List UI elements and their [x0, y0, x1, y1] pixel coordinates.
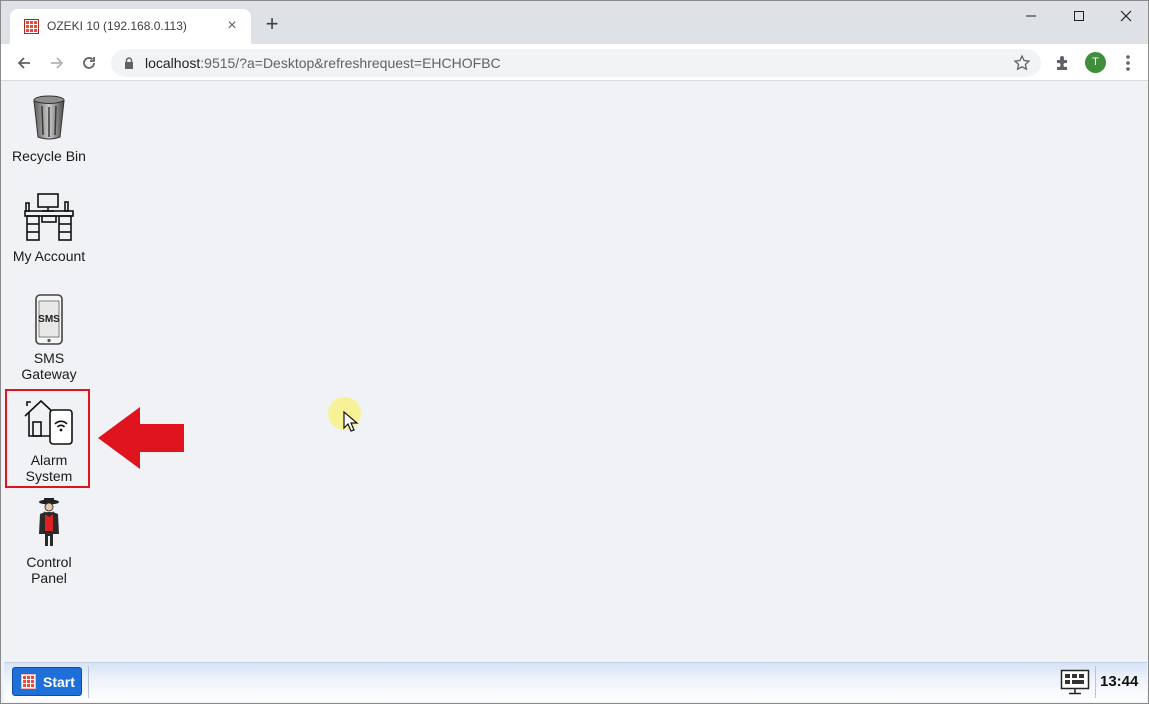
taskbar-divider	[1095, 666, 1096, 698]
forward-button[interactable]	[44, 50, 70, 76]
desktop-icon-control-panel[interactable]: Control Panel	[6, 498, 92, 586]
desktop-icon-label: My Account	[12, 248, 86, 264]
desktop-icon-label: Control Panel	[26, 554, 72, 586]
ozeki-favicon-icon	[24, 19, 39, 34]
more-vertical-icon[interactable]	[1119, 52, 1137, 74]
highlight-box	[5, 389, 90, 488]
desk-computer-icon	[24, 193, 74, 241]
lock-icon	[125, 57, 133, 69]
arrow-right-icon	[51, 57, 64, 69]
maximize-button[interactable]	[1064, 5, 1094, 27]
arrow-left-icon	[17, 57, 30, 69]
reload-icon	[83, 57, 95, 69]
desktop-icon-recycle-bin[interactable]: Recycle Bin	[6, 92, 92, 164]
browser-tab[interactable]: OZEKI 10 (192.168.0.113) ×	[10, 9, 251, 44]
bookmark-star-icon[interactable]	[1013, 54, 1031, 72]
tab-strip: OZEKI 10 (192.168.0.113) × +	[1, 1, 1148, 44]
start-label: Start	[43, 673, 75, 690]
taskbar-clock: 13:44	[1100, 673, 1139, 690]
minimize-icon	[1026, 15, 1036, 17]
tab-close-icon[interactable]: ×	[224, 18, 240, 34]
close-icon	[1120, 10, 1132, 22]
url-text: localhost:9515/?a=Desktop&refreshrequest…	[145, 55, 501, 71]
ozeki-desktop: Recycle Bin My Account SMS SMS Gateway A…	[4, 81, 1147, 662]
extensions-puzzle-icon[interactable]	[1053, 53, 1073, 73]
taskbar: Start 13:44	[4, 662, 1147, 702]
maximize-icon	[1074, 11, 1084, 21]
taskbar-divider	[88, 666, 89, 698]
address-bar[interactable]: localhost:9515/?a=Desktop&refreshrequest…	[111, 49, 1041, 77]
new-tab-button[interactable]: +	[262, 13, 282, 35]
desktop-icon-sms-gateway[interactable]: SMS SMS Gateway	[6, 294, 92, 382]
tab-title: OZEKI 10 (192.168.0.113)	[47, 19, 187, 33]
ozeki-start-icon	[21, 674, 36, 689]
recycle-bin-icon	[33, 95, 65, 140]
start-button[interactable]: Start	[12, 667, 82, 696]
browser-toolbar: localhost:9515/?a=Desktop&refreshrequest…	[1, 44, 1148, 81]
minimize-button[interactable]	[1016, 5, 1046, 27]
desktop-icon-label: SMS Gateway	[21, 350, 77, 382]
svg-text:SMS: SMS	[38, 314, 60, 325]
reload-button[interactable]	[76, 50, 102, 76]
red-arrow-pointer-icon	[98, 407, 184, 469]
desktop-icon-label: Recycle Bin	[12, 148, 86, 164]
spy-figure-icon	[39, 498, 59, 546]
sms-phone-icon: SMS	[35, 294, 63, 345]
desktop-icon-my-account[interactable]: My Account	[6, 192, 92, 264]
back-button[interactable]	[11, 50, 37, 76]
monitor-icon[interactable]	[1060, 669, 1090, 695]
mouse-cursor-icon	[343, 411, 359, 432]
close-window-button[interactable]	[1111, 5, 1141, 27]
browser-window: OZEKI 10 (192.168.0.113) × + localhost:9…	[0, 0, 1149, 704]
profile-avatar[interactable]: T	[1085, 52, 1106, 73]
